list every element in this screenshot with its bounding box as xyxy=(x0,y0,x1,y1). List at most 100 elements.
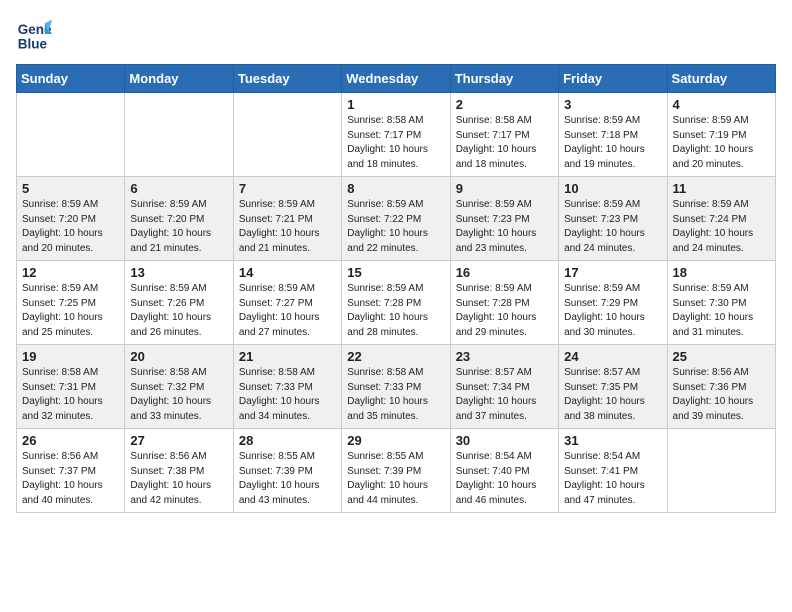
calendar-cell xyxy=(667,429,775,513)
day-number: 14 xyxy=(239,265,336,280)
day-info: Sunrise: 8:59 AM Sunset: 7:24 PM Dayligh… xyxy=(673,198,770,256)
day-number: 23 xyxy=(456,349,553,364)
calendar-week-row: 1 Sunrise: 8:58 AM Sunset: 7:17 PM Daylig… xyxy=(17,93,776,177)
day-number: 9 xyxy=(456,181,553,196)
calendar-cell: 31 Sunrise: 8:54 AM Sunset: 7:41 PM Dayli… xyxy=(559,429,667,513)
day-number: 30 xyxy=(456,433,553,448)
calendar-cell: 6Sunrise: 8:59 AM Sunset: 7:20 PM Daylig… xyxy=(125,177,233,261)
calendar-week-row: 12Sunrise: 8:59 AM Sunset: 7:25 PM Dayli… xyxy=(17,261,776,345)
day-info: Sunrise: 8:59 AM Sunset: 7:18 PM Dayligh… xyxy=(564,114,661,172)
day-info: Sunrise: 8:56 AM Sunset: 7:37 PM Dayligh… xyxy=(22,450,119,508)
day-number: 5 xyxy=(22,181,119,196)
col-header-monday: Monday xyxy=(125,65,233,93)
day-number: 7 xyxy=(239,181,336,196)
day-info: Sunrise: 8:55 AM Sunset: 7:39 PM Dayligh… xyxy=(239,450,336,508)
logo-icon: General Blue xyxy=(16,16,52,52)
day-info: Sunrise: 8:59 AM Sunset: 7:21 PM Dayligh… xyxy=(239,198,336,256)
calendar-cell: 4Sunrise: 8:59 AM Sunset: 7:19 PM Daylig… xyxy=(667,93,775,177)
day-number: 22 xyxy=(347,349,444,364)
day-number: 26 xyxy=(22,433,119,448)
day-number: 12 xyxy=(22,265,119,280)
day-info: Sunrise: 8:57 AM Sunset: 7:34 PM Dayligh… xyxy=(456,366,553,424)
day-number: 19 xyxy=(22,349,119,364)
col-header-wednesday: Wednesday xyxy=(342,65,450,93)
logo: General Blue xyxy=(16,16,56,52)
day-number: 27 xyxy=(130,433,227,448)
calendar-cell: 12Sunrise: 8:59 AM Sunset: 7:25 PM Dayli… xyxy=(17,261,125,345)
calendar-header-row: SundayMondayTuesdayWednesdayThursdayFrid… xyxy=(17,65,776,93)
day-info: Sunrise: 8:59 AM Sunset: 7:30 PM Dayligh… xyxy=(673,282,770,340)
calendar-cell: 14 Sunrise: 8:59 AM Sunset: 7:27 PM Dayli… xyxy=(233,261,341,345)
calendar-week-row: 5Sunrise: 8:59 AM Sunset: 7:20 PM Daylig… xyxy=(17,177,776,261)
calendar-cell: 26 Sunrise: 8:56 AM Sunset: 7:37 PM Dayli… xyxy=(17,429,125,513)
day-info: Sunrise: 8:59 AM Sunset: 7:28 PM Dayligh… xyxy=(347,282,444,340)
calendar-cell: 21 Sunrise: 8:58 AM Sunset: 7:33 PM Dayli… xyxy=(233,345,341,429)
calendar-cell: 2 Sunrise: 8:58 AM Sunset: 7:17 PM Daylig… xyxy=(450,93,558,177)
day-number: 28 xyxy=(239,433,336,448)
calendar-cell: 9 Sunrise: 8:59 AM Sunset: 7:23 PM Daylig… xyxy=(450,177,558,261)
calendar-cell xyxy=(17,93,125,177)
col-header-tuesday: Tuesday xyxy=(233,65,341,93)
day-info: Sunrise: 8:54 AM Sunset: 7:40 PM Dayligh… xyxy=(456,450,553,508)
day-info: Sunrise: 8:58 AM Sunset: 7:31 PM Dayligh… xyxy=(22,366,119,424)
col-header-friday: Friday xyxy=(559,65,667,93)
calendar-cell: 28 Sunrise: 8:55 AM Sunset: 7:39 PM Dayli… xyxy=(233,429,341,513)
day-number: 21 xyxy=(239,349,336,364)
day-number: 6 xyxy=(130,181,227,196)
day-number: 31 xyxy=(564,433,661,448)
day-info: Sunrise: 8:56 AM Sunset: 7:36 PM Dayligh… xyxy=(673,366,770,424)
svg-text:Blue: Blue xyxy=(18,36,48,51)
day-info: Sunrise: 8:58 AM Sunset: 7:33 PM Dayligh… xyxy=(239,366,336,424)
day-info: Sunrise: 8:57 AM Sunset: 7:35 PM Dayligh… xyxy=(564,366,661,424)
calendar-cell: 29Sunrise: 8:55 AM Sunset: 7:39 PM Dayli… xyxy=(342,429,450,513)
day-info: Sunrise: 8:58 AM Sunset: 7:32 PM Dayligh… xyxy=(130,366,227,424)
calendar-cell: 18Sunrise: 8:59 AM Sunset: 7:30 PM Dayli… xyxy=(667,261,775,345)
day-info: Sunrise: 8:59 AM Sunset: 7:23 PM Dayligh… xyxy=(456,198,553,256)
calendar-cell: 24 Sunrise: 8:57 AM Sunset: 7:35 PM Dayli… xyxy=(559,345,667,429)
day-info: Sunrise: 8:59 AM Sunset: 7:23 PM Dayligh… xyxy=(564,198,661,256)
day-number: 4 xyxy=(673,97,770,112)
calendar-cell: 11 Sunrise: 8:59 AM Sunset: 7:24 PM Dayli… xyxy=(667,177,775,261)
col-header-thursday: Thursday xyxy=(450,65,558,93)
day-number: 2 xyxy=(456,97,553,112)
day-number: 15 xyxy=(347,265,444,280)
calendar-table: SundayMondayTuesdayWednesdayThursdayFrid… xyxy=(16,64,776,513)
day-number: 1 xyxy=(347,97,444,112)
calendar-cell: 30 Sunrise: 8:54 AM Sunset: 7:40 PM Dayli… xyxy=(450,429,558,513)
day-info: Sunrise: 8:56 AM Sunset: 7:38 PM Dayligh… xyxy=(130,450,227,508)
col-header-saturday: Saturday xyxy=(667,65,775,93)
day-number: 17 xyxy=(564,265,661,280)
calendar-cell: 20Sunrise: 8:58 AM Sunset: 7:32 PM Dayli… xyxy=(125,345,233,429)
day-info: Sunrise: 8:58 AM Sunset: 7:17 PM Dayligh… xyxy=(347,114,444,172)
day-number: 25 xyxy=(673,349,770,364)
day-info: Sunrise: 8:58 AM Sunset: 7:17 PM Dayligh… xyxy=(456,114,553,172)
day-info: Sunrise: 8:59 AM Sunset: 7:26 PM Dayligh… xyxy=(130,282,227,340)
day-info: Sunrise: 8:59 AM Sunset: 7:28 PM Dayligh… xyxy=(456,282,553,340)
calendar-cell: 17 Sunrise: 8:59 AM Sunset: 7:29 PM Dayli… xyxy=(559,261,667,345)
page-header: General Blue xyxy=(16,16,776,52)
day-info: Sunrise: 8:58 AM Sunset: 7:33 PM Dayligh… xyxy=(347,366,444,424)
day-info: Sunrise: 8:59 AM Sunset: 7:22 PM Dayligh… xyxy=(347,198,444,256)
day-info: Sunrise: 8:55 AM Sunset: 7:39 PM Dayligh… xyxy=(347,450,444,508)
calendar-cell: 16 Sunrise: 8:59 AM Sunset: 7:28 PM Dayli… xyxy=(450,261,558,345)
calendar-cell: 5Sunrise: 8:59 AM Sunset: 7:20 PM Daylig… xyxy=(17,177,125,261)
day-info: Sunrise: 8:59 AM Sunset: 7:27 PM Dayligh… xyxy=(239,282,336,340)
calendar-cell: 13 Sunrise: 8:59 AM Sunset: 7:26 PM Dayli… xyxy=(125,261,233,345)
day-number: 11 xyxy=(673,181,770,196)
calendar-cell: 15 Sunrise: 8:59 AM Sunset: 7:28 PM Dayli… xyxy=(342,261,450,345)
day-number: 24 xyxy=(564,349,661,364)
day-number: 16 xyxy=(456,265,553,280)
calendar-cell: 22 Sunrise: 8:58 AM Sunset: 7:33 PM Dayli… xyxy=(342,345,450,429)
col-header-sunday: Sunday xyxy=(17,65,125,93)
day-number: 13 xyxy=(130,265,227,280)
calendar-week-row: 19 Sunrise: 8:58 AM Sunset: 7:31 PM Dayli… xyxy=(17,345,776,429)
calendar-cell: 7 Sunrise: 8:59 AM Sunset: 7:21 PM Daylig… xyxy=(233,177,341,261)
calendar-cell: 23 Sunrise: 8:57 AM Sunset: 7:34 PM Dayli… xyxy=(450,345,558,429)
day-number: 3 xyxy=(564,97,661,112)
calendar-week-row: 26 Sunrise: 8:56 AM Sunset: 7:37 PM Dayli… xyxy=(17,429,776,513)
calendar-cell: 10Sunrise: 8:59 AM Sunset: 7:23 PM Dayli… xyxy=(559,177,667,261)
day-info: Sunrise: 8:59 AM Sunset: 7:29 PM Dayligh… xyxy=(564,282,661,340)
calendar-cell: 27 Sunrise: 8:56 AM Sunset: 7:38 PM Dayli… xyxy=(125,429,233,513)
calendar-cell: 1 Sunrise: 8:58 AM Sunset: 7:17 PM Daylig… xyxy=(342,93,450,177)
day-info: Sunrise: 8:54 AM Sunset: 7:41 PM Dayligh… xyxy=(564,450,661,508)
